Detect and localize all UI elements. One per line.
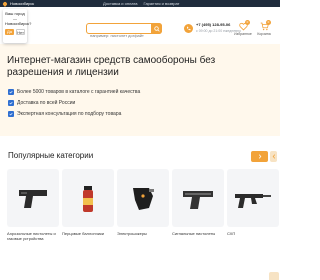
check-icon [8, 110, 14, 117]
carousel-next-button[interactable] [251, 151, 268, 162]
category-image [172, 169, 224, 227]
cart-count-badge: 0 [266, 20, 271, 25]
benefit-item: Более 5000 товаров в каталоге с гарантие… [8, 86, 140, 97]
city-confirm-no-button[interactable]: Нет [16, 29, 25, 35]
category-card[interactable]: Аэрозольные пистолеты и газовые устройст… [7, 169, 59, 253]
search-box [86, 23, 162, 40]
cart-label: Корзина [257, 32, 271, 36]
category-image [62, 169, 114, 227]
category-image [7, 169, 59, 227]
location-pin-icon [2, 0, 8, 7]
aerosol-pistol-icon [19, 190, 47, 208]
category-image [117, 169, 169, 227]
benefit-item: Доставка по всей России [8, 97, 140, 108]
chevron-right-icon [258, 154, 261, 159]
city-confirm-yes-button[interactable]: Да [5, 29, 14, 35]
pepper-spray-icon [83, 186, 93, 212]
phone-number[interactable]: +7 (495) 128-95-06 [196, 22, 230, 27]
favorites-link[interactable]: Избранное 0 [234, 20, 252, 36]
check-icon [8, 99, 14, 106]
benefit-text: Доставка по всей России [17, 99, 76, 106]
page: Новосибирск Доставка и оплата Гарантия и… [0, 0, 280, 280]
top-link-warranty[interactable]: Гарантия и возврат [144, 1, 180, 6]
hero-banner: Интернет-магазин средств самообороны без… [0, 44, 280, 136]
rifle-icon [235, 194, 271, 208]
category-card[interactable]: Сигнальные пистолеты [172, 169, 224, 253]
favorites-label: Избранное [234, 32, 252, 36]
category-card[interactable]: СХП [227, 169, 279, 253]
popular-categories-heading: Популярные категории [8, 151, 94, 160]
check-icon [8, 88, 14, 95]
category-label: Перцовые баллончики [62, 231, 105, 236]
search-input[interactable] [87, 31, 149, 40]
hero-title: Интернет-магазин средств самообороны без… [7, 55, 216, 78]
top-links: Доставка и оплата Гарантия и возврат [103, 1, 179, 6]
search-icon [153, 25, 160, 32]
city-confirm-popover: Ваш город — Новосибирск? Да Нет [3, 9, 32, 43]
category-card[interactable]: Электрошокеры [117, 169, 169, 253]
category-image [227, 169, 279, 227]
callback-button[interactable] [184, 24, 193, 33]
top-bar: Новосибирск Доставка и оплата Гарантия и… [0, 0, 280, 7]
favorites-count-badge: 0 [245, 20, 250, 25]
cart-link[interactable]: Корзина 0 [255, 20, 273, 36]
benefits-list: Более 5000 товаров в каталоге с гарантие… [8, 86, 140, 119]
top-link-delivery[interactable]: Доставка и оплата [103, 1, 138, 6]
category-label: Электрошокеры [117, 231, 147, 236]
chevron-left-icon [272, 154, 275, 159]
city-selector[interactable]: Новосибирск [10, 1, 34, 6]
category-label: СХП [227, 231, 236, 236]
scroll-up-button[interactable] [269, 272, 279, 280]
category-label: Сигнальные пистолеты [172, 231, 216, 236]
category-card[interactable]: Перцовые баллончики [62, 169, 114, 253]
category-carousel: Аэрозольные пистолеты и газовые устройст… [7, 169, 280, 255]
stun-gun-icon [133, 188, 154, 210]
signal-pistol-icon [183, 191, 213, 209]
phone-icon [186, 26, 191, 31]
benefit-text: Более 5000 товаров в каталоге с гарантие… [17, 88, 141, 95]
carousel-prev-button[interactable] [270, 151, 277, 162]
category-label: Аэрозольные пистолеты и газовые устройст… [7, 231, 56, 241]
search-button[interactable] [151, 23, 162, 34]
benefit-text: Экспертная консультация по подбору товар… [17, 110, 122, 117]
benefit-item: Экспертная консультация по подбору товар… [8, 108, 140, 119]
city-confirm-question: Ваш город — Новосибирск? [5, 11, 32, 26]
